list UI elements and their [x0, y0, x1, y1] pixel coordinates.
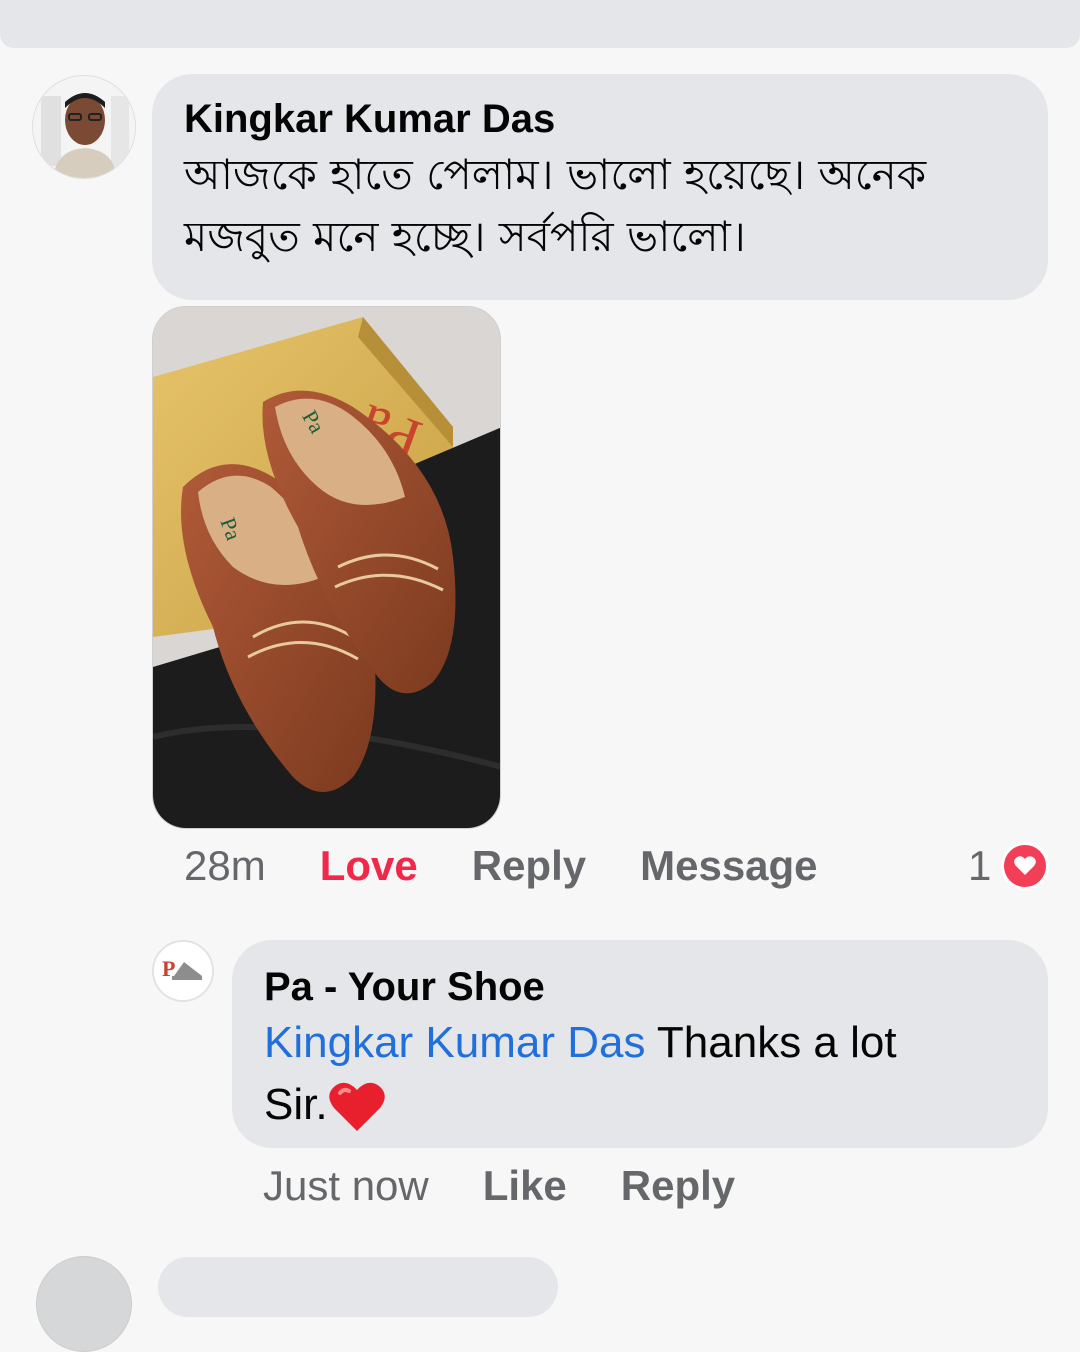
- reply-author-name[interactable]: Pa - Your Shoe: [264, 962, 1016, 1012]
- reply-reply-button[interactable]: Reply: [621, 1162, 735, 1210]
- pa-logo-icon: P: [154, 942, 212, 1000]
- comment-photo-shoes[interactable]: Pa Pa Pa: [152, 306, 501, 829]
- reply-actions: Just now Like Reply: [263, 1162, 789, 1210]
- red-heart-emoji-icon: [328, 1082, 385, 1131]
- commenter-avatar-image: [33, 76, 135, 178]
- reply-text-line-1: Kingkar Kumar Das Thanks a lot: [264, 1012, 1016, 1074]
- mention-link[interactable]: Kingkar Kumar Das: [264, 1018, 645, 1067]
- reply-text-end: Sir.: [264, 1080, 328, 1129]
- like-button[interactable]: Like: [483, 1162, 567, 1210]
- next-comment-bubble: [158, 1257, 558, 1317]
- comment-timestamp[interactable]: 28m: [184, 842, 266, 890]
- message-button[interactable]: Message: [640, 842, 817, 890]
- previous-comment-card: [0, 0, 1080, 48]
- comment-bubble: Kingkar Kumar Das আজকে হাতে পেলাম। ভালো …: [152, 74, 1048, 300]
- reply-timestamp[interactable]: Just now: [263, 1162, 429, 1210]
- reaction-summary[interactable]: 1: [968, 842, 1050, 890]
- page-avatar-logo[interactable]: P: [152, 940, 214, 1002]
- comment-text-line-1: আজকে হাতে পেলাম। ভালো হয়েছে। অনেক: [184, 150, 927, 199]
- heart-icon-glyph: [1014, 856, 1037, 875]
- reply-text-line-2: Sir.: [264, 1074, 1016, 1136]
- heart-icon: [1001, 842, 1050, 890]
- comment-actions: 28m Love Reply Message: [184, 842, 872, 890]
- reply-button[interactable]: Reply: [472, 842, 586, 890]
- reply-bubble: Pa - Your Shoe Kingkar Kumar Das Thanks …: [232, 940, 1048, 1148]
- comment-author-name[interactable]: Kingkar Kumar Das: [184, 94, 1016, 144]
- love-button[interactable]: Love: [320, 842, 418, 890]
- comment-text-line-2: মজবুত মনে হচ্ছে। সর্বপরি ভালো।: [184, 212, 746, 261]
- shoe-photo-image: Pa Pa Pa: [153, 307, 500, 828]
- reaction-count: 1: [968, 842, 992, 889]
- next-commenter-avatar[interactable]: [36, 1256, 132, 1352]
- commenter-avatar[interactable]: [32, 75, 136, 179]
- reply-text: Thanks a lot: [645, 1018, 897, 1067]
